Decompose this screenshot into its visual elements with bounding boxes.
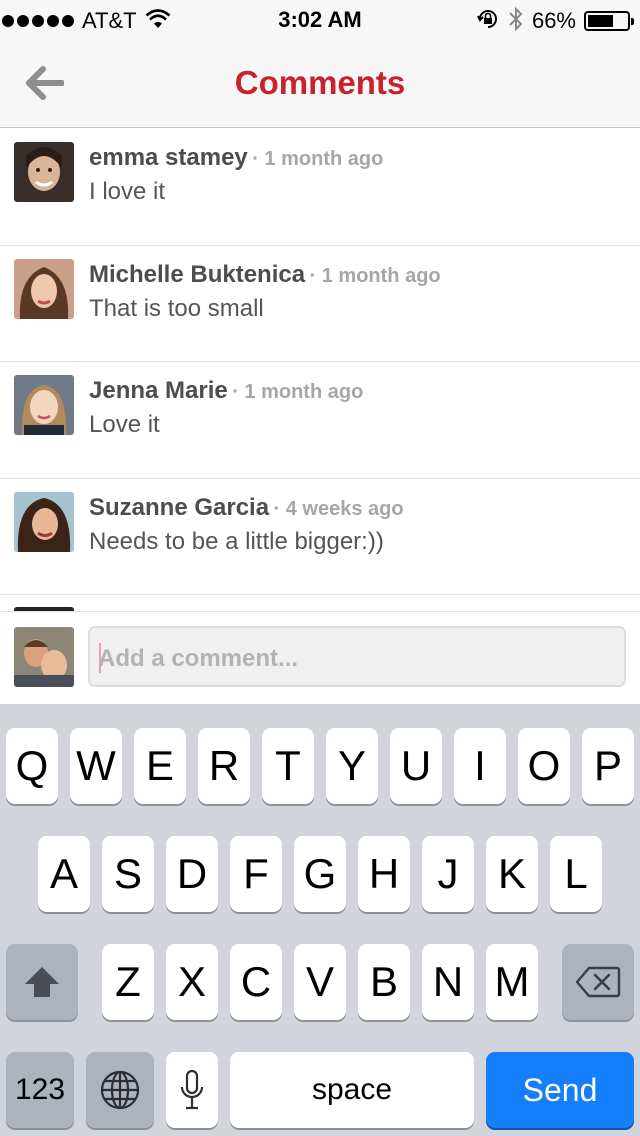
avatar[interactable] (14, 491, 74, 552)
avatar[interactable] (14, 375, 74, 435)
rotation-lock-icon (476, 7, 500, 36)
space-key[interactable]: space (230, 1052, 474, 1128)
comment-timestamp: · 1 month ago (232, 381, 364, 403)
key-c[interactable]: C (230, 944, 282, 1020)
key-k[interactable]: K (486, 836, 538, 912)
status-right: 66% (476, 6, 634, 37)
comment-text: Love it (89, 411, 160, 438)
comment-input[interactable]: Add a comment... (88, 626, 626, 687)
comments-list[interactable]: emma stamey · 1 month ago I love it Mich… (0, 129, 640, 611)
comment-timestamp: · 1 month ago (309, 264, 441, 287)
key-q[interactable]: Q (6, 728, 58, 804)
shift-icon (25, 967, 59, 997)
battery-icon (584, 11, 634, 31)
send-button[interactable]: Send (486, 1052, 634, 1128)
key-h[interactable]: H (358, 836, 410, 912)
key-y[interactable]: Y (326, 728, 378, 804)
comment-header: Suzanne Garcia · 4 weeks ago (89, 494, 404, 522)
key-u[interactable]: U (390, 728, 442, 804)
comment-item: emma stamey · 1 month ago I love it (0, 129, 640, 246)
key-b[interactable]: B (358, 944, 410, 1020)
comment-author[interactable]: Suzanne Garcia (89, 494, 269, 521)
microphone-key[interactable] (166, 1052, 218, 1128)
key-m[interactable]: M (486, 944, 538, 1020)
avatar (14, 627, 74, 687)
key-t[interactable]: T (262, 728, 314, 804)
backspace-icon (575, 966, 621, 998)
globe-icon (100, 1070, 140, 1110)
key-j[interactable]: J (422, 836, 474, 912)
keyboard: Q W E R T Y U I O P A S D F G H J K L Z … (0, 704, 640, 1136)
page-title: Comments (234, 64, 406, 101)
comment-header: emma stamey · 1 month ago (89, 144, 383, 172)
comment-item: Michelle Buktenica · 1 month ago That is… (0, 246, 640, 362)
comment-text: Needs to be a little bigger:)) (89, 527, 384, 555)
key-a[interactable]: A (38, 836, 90, 912)
key-e[interactable]: E (134, 728, 186, 804)
key-z[interactable]: Z (102, 944, 154, 1020)
battery-percent: 66% (531, 8, 576, 33)
globe-key[interactable] (86, 1052, 154, 1128)
key-s[interactable]: S (102, 836, 154, 912)
bluetooth-icon (508, 6, 524, 37)
comment-text: That is too small (89, 294, 264, 322)
key-f[interactable]: F (230, 836, 282, 912)
avatar[interactable] (14, 258, 74, 319)
battery-fill (588, 15, 613, 27)
key-v[interactable]: V (294, 944, 346, 1020)
comment-item: Suzanne Garcia · 4 weeks ago Needs to be… (0, 479, 640, 595)
navigation-bar: Comments (0, 40, 640, 128)
microphone-icon (180, 1069, 204, 1110)
comment-author[interactable]: emma stamey (89, 144, 248, 171)
key-d[interactable]: D (166, 836, 218, 912)
comment-text: I love it (89, 178, 166, 205)
key-p[interactable]: P (582, 728, 634, 804)
comment-composer: Add a comment... (0, 611, 640, 704)
comment-header: Michelle Buktenica · 1 month ago (89, 261, 441, 289)
key-l[interactable]: L (550, 836, 602, 912)
key-n[interactable]: N (422, 944, 474, 1020)
comment-timestamp: · 4 weeks ago (273, 497, 404, 520)
key-r[interactable]: R (198, 728, 250, 804)
comment-author[interactable]: Jenna Marie (89, 377, 228, 404)
comment-timestamp: · 1 month ago (252, 148, 384, 170)
comment-author[interactable]: Michelle Buktenica (89, 261, 305, 288)
comment-input-placeholder: Add a comment... (98, 645, 299, 672)
key-g[interactable]: G (294, 836, 346, 912)
key-w[interactable]: W (70, 728, 122, 804)
avatar[interactable] (14, 142, 74, 202)
status-bar: AT&T 3:02 AM 66% (0, 0, 640, 40)
numbers-key[interactable]: 123 (6, 1052, 74, 1128)
key-x[interactable]: X (166, 944, 218, 1020)
comment-header: Jenna Marie · 1 month ago (89, 377, 363, 405)
key-o[interactable]: O (518, 728, 570, 804)
comment-item: Jenna Marie · 1 month ago Love it (0, 362, 640, 479)
shift-key[interactable] (6, 944, 78, 1020)
key-i[interactable]: I (454, 728, 506, 804)
delete-key[interactable] (562, 944, 634, 1020)
